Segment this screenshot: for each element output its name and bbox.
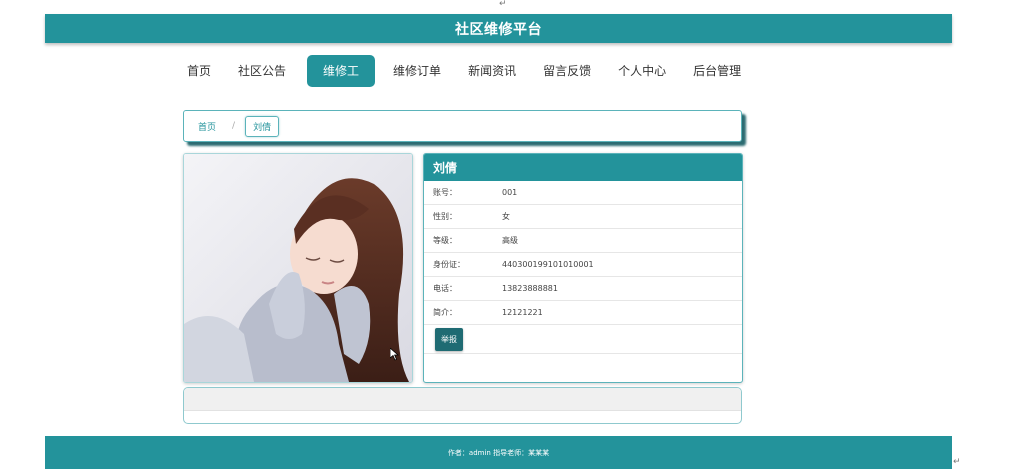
- profile-name: 刘倩: [424, 154, 742, 181]
- info-value: 13823888881: [502, 284, 558, 293]
- info-label: 性别：: [433, 212, 457, 221]
- action-row: 举报: [424, 325, 742, 354]
- profile-photo-image: [184, 154, 412, 382]
- paragraph-mark-top: ↵: [499, 0, 507, 9]
- breadcrumb-home-link[interactable]: 首页: [198, 120, 216, 133]
- profile-info-card: 刘倩 账号： 001 性别： 女 等级： 高级 身份证： 44030019910…: [423, 153, 743, 383]
- site-title: 社区维修平台: [455, 21, 542, 38]
- info-label: 账号：: [433, 188, 457, 197]
- paragraph-mark-bottom: ↵: [953, 457, 961, 467]
- breadcrumb-current: 刘倩: [245, 115, 280, 137]
- main-nav: 首页 社区公告 维修工 维修订单 新闻资讯 留言反馈 个人中心 后台管理: [175, 55, 756, 87]
- site-header: 社区维修平台: [45, 14, 952, 43]
- info-value: 女: [502, 212, 510, 221]
- breadcrumb-separator: /: [232, 121, 236, 131]
- info-value: 高级: [502, 236, 518, 245]
- nav-item-personal-center[interactable]: 个人中心: [606, 55, 678, 87]
- comments-panel-header: [184, 388, 741, 411]
- info-label: 简介：: [433, 308, 457, 317]
- nav-item-news[interactable]: 新闻资讯: [456, 55, 528, 87]
- info-row-account: 账号： 001: [424, 181, 742, 205]
- info-row-intro: 简介： 12121221: [424, 301, 742, 325]
- nav-item-admin[interactable]: 后台管理: [681, 55, 753, 87]
- mouse-cursor-icon: [390, 348, 399, 361]
- nav-item-announcements[interactable]: 社区公告: [226, 55, 298, 87]
- info-label: 电话：: [433, 284, 457, 293]
- nav-item-home[interactable]: 首页: [175, 55, 223, 87]
- info-row-id-card: 身份证： 440300199101010001: [424, 253, 742, 277]
- info-value: 440300199101010001: [502, 260, 594, 269]
- site-footer: 作者：admin 指导老师：某某某: [45, 436, 952, 469]
- breadcrumb: 首页 / 刘倩: [183, 110, 742, 142]
- info-row-phone: 电话： 13823888881: [424, 277, 742, 301]
- info-row-gender: 性别： 女: [424, 205, 742, 229]
- info-label: 身份证：: [433, 260, 465, 269]
- info-row-level: 等级： 高级: [424, 229, 742, 253]
- nav-item-repairmen[interactable]: 维修工: [307, 55, 376, 87]
- profile-photo: [183, 153, 413, 383]
- nav-item-feedback[interactable]: 留言反馈: [531, 55, 603, 87]
- info-value: 001: [502, 188, 518, 197]
- comments-panel: [183, 387, 742, 424]
- nav-item-repair-orders[interactable]: 维修订单: [381, 55, 453, 87]
- footer-credits: 作者：admin 指导老师：某某某: [447, 448, 550, 457]
- report-button[interactable]: 举报: [435, 327, 463, 351]
- info-value: 12121221: [502, 308, 543, 317]
- info-label: 等级：: [433, 236, 457, 245]
